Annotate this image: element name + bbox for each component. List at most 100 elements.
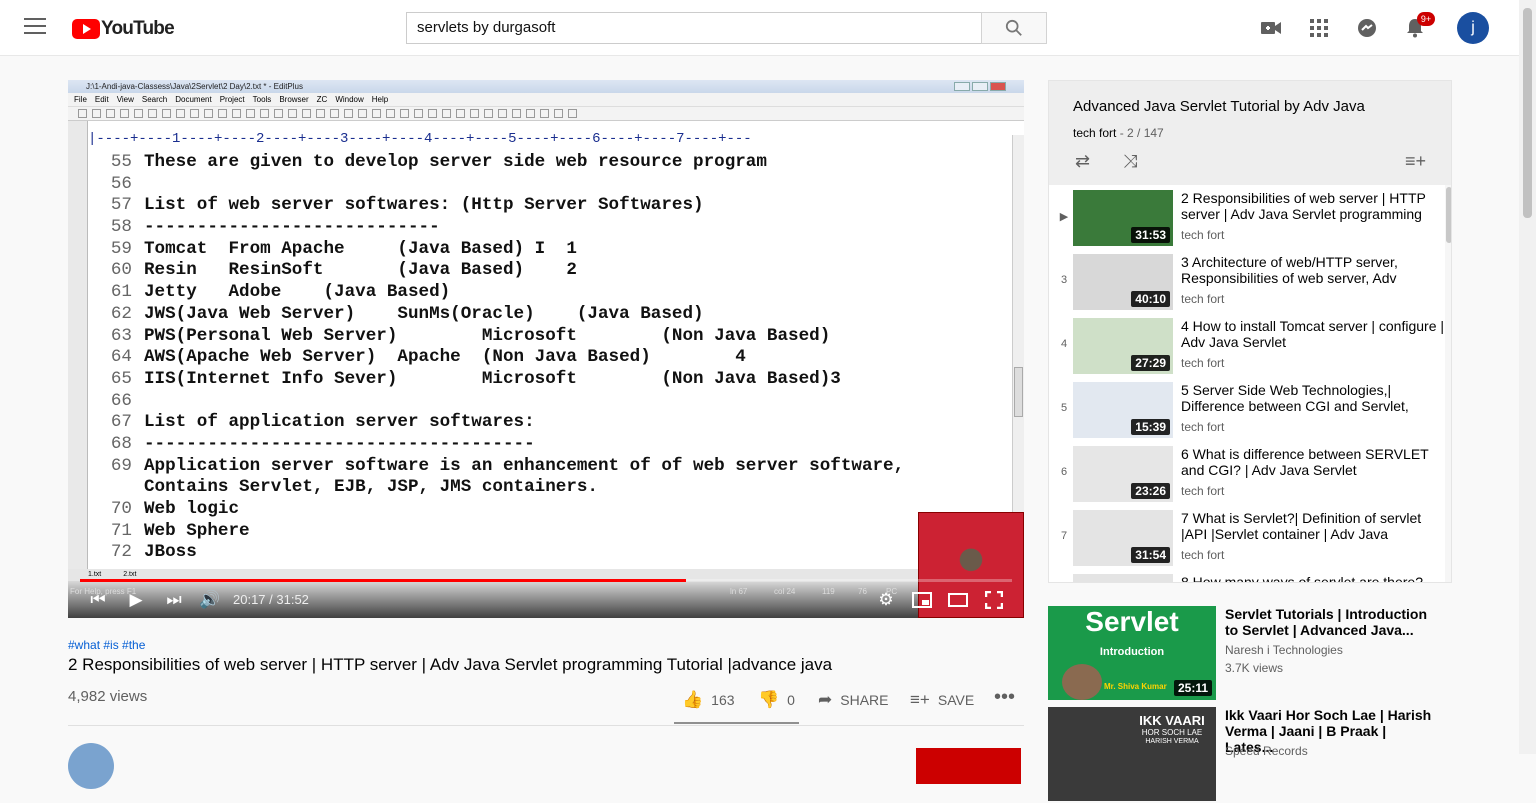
line-text: ---------------------------- [144, 217, 440, 238]
theater-mode-icon[interactable] [946, 590, 970, 610]
line-number: 62 [110, 303, 132, 324]
code-area: 55 These are given to develop server side… [88, 152, 1012, 572]
code-line: 62 JWS(Java Web Server) SunMs(Oracle) (Ja… [88, 304, 1012, 326]
like-button[interactable]: 👍 163 [682, 690, 735, 710]
play-icon[interactable]: ▶ [124, 590, 148, 610]
playlist-item[interactable]: 7 31:54 7 What is Servlet?| Definition of … [1049, 506, 1451, 570]
toolbar-icon [176, 109, 185, 118]
editor-status-col: col 24 [774, 587, 796, 596]
line-number: 61 [110, 282, 132, 303]
loop-icon[interactable]: ⇄ [1075, 151, 1090, 172]
subscribe-button[interactable] [916, 748, 1021, 784]
toolbar-icon [218, 109, 227, 118]
playlist-item-index: ▶ [1059, 211, 1069, 223]
video-thumbnail[interactable]: 23:26 [1073, 446, 1173, 502]
channel-name[interactable]: Speed Records [1225, 744, 1308, 758]
code-line: Contains Servlet, EJB, JSP, JMS containe… [88, 477, 1012, 499]
line-text: AWS(Apache Web Server) Apache (Non Java … [144, 347, 746, 368]
editor-status-value: 76 [858, 587, 867, 596]
duration-badge: 15:39 [1131, 419, 1170, 435]
close-icon [990, 82, 1006, 91]
messages-icon[interactable] [1355, 16, 1379, 40]
code-line: 63 PWS(Personal Web Server) Microsoft (No… [88, 326, 1012, 348]
save-button[interactable]: ≡+ SAVE [910, 690, 974, 710]
toolbar-icon [162, 109, 171, 118]
playlist-item[interactable]: 5 15:39 5 Server Side Web Technologies,| D… [1049, 378, 1451, 442]
youtube-play-icon [72, 19, 100, 39]
editor-menu-item: Edit [94, 95, 109, 104]
menu-icon[interactable] [24, 18, 46, 38]
apps-grid-icon[interactable] [1307, 16, 1331, 40]
playlist-item-title[interactable]: 8 How many ways of servlet are there? [1181, 574, 1447, 582]
code-line: 71 Web Sphere [88, 521, 1012, 543]
video-thumbnail[interactable]: 40:10 [1073, 254, 1173, 310]
youtube-logo[interactable]: YouTube [72, 18, 175, 40]
playlist-item-channel: tech fort [1181, 228, 1225, 242]
line-text: These are given to develop server side w… [144, 152, 767, 172]
playlist-channel[interactable]: tech fort [1073, 126, 1116, 140]
miniplayer-icon[interactable] [910, 590, 934, 610]
channel-name[interactable]: Naresh i Technologies [1225, 643, 1343, 657]
recommended-video[interactable]: Servlet Introduction Mr. Shiva Kumar 25:… [1048, 606, 1518, 702]
dislike-button[interactable]: 👎 0 [758, 690, 795, 710]
playlist-item-title[interactable]: 7 What is Servlet?| Definition of servle… [1181, 510, 1447, 542]
more-actions-icon[interactable]: ••• [994, 686, 1015, 709]
video-thumbnail[interactable]: 31:54 [1073, 510, 1173, 566]
search-input[interactable]: servlets by durgasoft [406, 12, 982, 44]
playlist-item[interactable]: 3 40:10 3 Architecture of web/HTTP server,… [1049, 250, 1451, 314]
editor-menubar: File Edit View Search Document Project Tools Br… [68, 93, 1024, 107]
video-thumbnail[interactable] [1073, 574, 1173, 582]
time-display: 20:17 / 31:52 [233, 592, 309, 607]
previous-icon[interactable]: ⏮ [86, 590, 110, 610]
line-text: PWS(Personal Web Server) Microsoft (Non … [144, 325, 831, 346]
playlist-item[interactable]: 6 23:26 6 What is difference between SERVL… [1049, 442, 1451, 506]
playlist-title[interactable]: Advanced Java Servlet Tutorial by Adv Ja… [1073, 98, 1365, 115]
video-thumbnail[interactable]: 15:39 [1073, 382, 1173, 438]
next-icon[interactable]: ⏭ [162, 590, 186, 610]
playlist-item-title[interactable]: 4 How to install Tomcat server | configu… [1181, 318, 1447, 350]
playlist-item-title[interactable]: 6 What is difference between SERVLET and… [1181, 446, 1447, 478]
line-number: 63 [110, 325, 132, 346]
playlist-item-title[interactable]: 3 Architecture of web/HTTP server, Respo… [1181, 254, 1447, 286]
save-playlist-icon[interactable]: ≡+ [1405, 151, 1426, 172]
recommended-video[interactable]: IKK VAARI HOR SOCH LAE HARISH VERMA Ikk … [1048, 707, 1518, 803]
video-title[interactable]: Servlet Tutorials | Introduction to Serv… [1225, 606, 1435, 638]
video-player[interactable]: J:\1-Andi-java-Classess\Java\2Servlet\2 … [68, 80, 1024, 618]
playlist-panel: Advanced Java Servlet Tutorial by Adv Ja… [1048, 80, 1452, 583]
playlist-item-title[interactable]: 5 Server Side Web Technologies,| Differe… [1181, 382, 1447, 414]
account-avatar[interactable]: j [1457, 12, 1489, 44]
code-line: 68 ------------------------------------- [88, 434, 1012, 456]
video-thumbnail[interactable]: Servlet Introduction Mr. Shiva Kumar 25:… [1048, 606, 1216, 700]
playlist-item[interactable]: 8 How many ways of servlet are there? [1049, 570, 1451, 582]
playlist-item-channel: tech fort [1181, 420, 1225, 434]
page-scrollbar[interactable] [1519, 0, 1536, 754]
code-line: 69 Application server software is an enha… [88, 456, 1012, 478]
editor-menu-item: Project [219, 95, 245, 104]
shuffle-icon[interactable]: ⤨ [1123, 151, 1137, 172]
toolbar-icon [358, 109, 367, 118]
editor-menu-item: Document [175, 95, 212, 104]
playlist-item-title[interactable]: 2 Responsibilities of web server | HTTP … [1181, 190, 1447, 222]
video-thumbnail[interactable]: IKK VAARI HOR SOCH LAE HARISH VERMA [1048, 707, 1216, 801]
toolbar-icon [246, 109, 255, 118]
search-button[interactable] [981, 12, 1047, 44]
playlist-item[interactable]: 4 27:29 4 How to install Tomcat server | c… [1049, 314, 1451, 378]
playlist-item[interactable]: ▶ 31:53 2 Responsibilities of web server |… [1049, 186, 1451, 250]
toolbar-icon [344, 109, 353, 118]
toolbar-icon [498, 109, 507, 118]
fullscreen-icon[interactable] [982, 590, 1006, 610]
video-thumbnail[interactable]: 31:53 [1073, 190, 1173, 246]
settings-gear-icon[interactable]: ⚙ [874, 590, 898, 610]
channel-avatar[interactable] [68, 743, 114, 789]
create-video-icon[interactable] [1259, 16, 1283, 40]
playlist-scrollbar[interactable] [1445, 185, 1451, 582]
code-line: 72 JBoss [88, 542, 1012, 564]
line-text: Web logic [144, 499, 240, 519]
playlist-header: Advanced Java Servlet Tutorial by Adv Ja… [1049, 81, 1451, 185]
editor-menu-item: View [116, 95, 134, 104]
share-button[interactable]: ➦ SHARE [818, 690, 888, 710]
toolbar-icon [540, 109, 549, 118]
video-thumbnail[interactable]: 27:29 [1073, 318, 1173, 374]
video-hashtags[interactable]: #what #is #the [68, 638, 145, 652]
volume-icon[interactable]: 🔊 [198, 590, 222, 610]
